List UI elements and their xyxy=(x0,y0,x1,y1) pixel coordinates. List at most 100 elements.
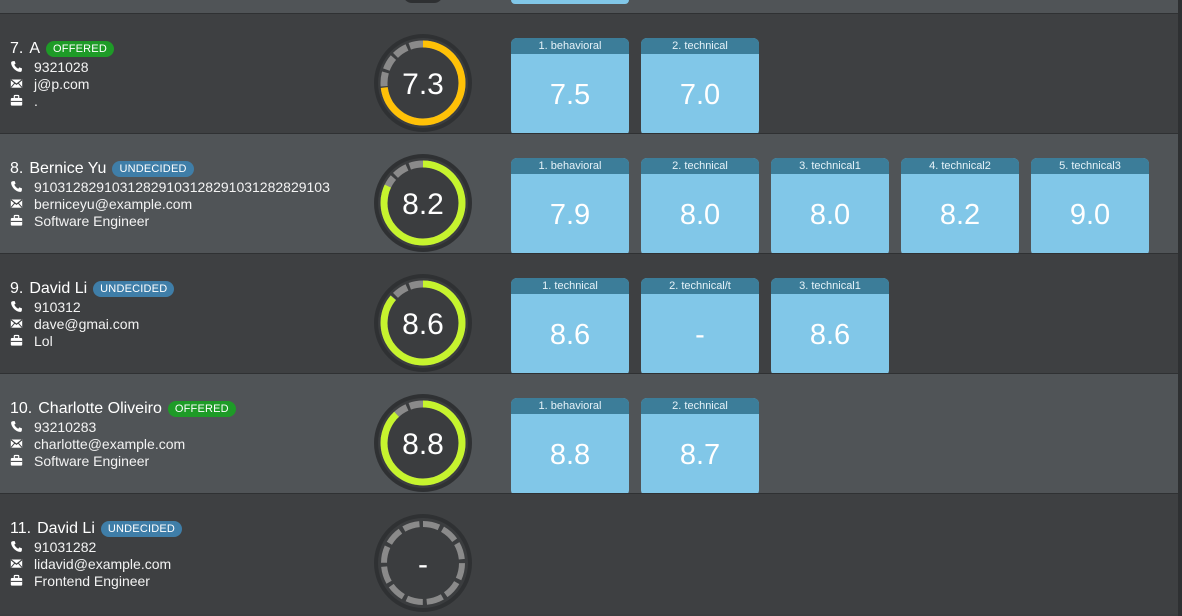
overall-score-ring: 7.3 xyxy=(373,33,473,133)
interview-score: 8.0 xyxy=(679,198,721,231)
job-title-line: Lol xyxy=(10,332,174,349)
candidate-info: 7. A OFFERED 9321028 j@p.com. xyxy=(10,40,114,109)
interview-score-card[interactable]: 4. technical2 8.2 xyxy=(901,158,1019,256)
candidate-row[interactable]: 7. A OFFERED 9321028 j@p.com. 7.3 1. behaviora… xyxy=(0,13,1178,136)
candidate-row[interactable]: 11. David Li UNDECIDED 91031282 lidavid@exam… xyxy=(0,493,1178,614)
candidate-index: 9. xyxy=(10,280,24,297)
interview-score-card[interactable]: 1. behavioral 7.9 xyxy=(511,158,629,256)
candidate-list[interactable]: 7. A OFFERED 9321028 j@p.com. 7.3 1. behaviora… xyxy=(0,0,1178,616)
overall-score-value: 8.8 xyxy=(402,428,444,461)
interview-score: 8.2 xyxy=(939,198,981,231)
candidate-name: A xyxy=(29,40,41,57)
email-address: j@p.com xyxy=(34,75,90,92)
interview-score: - xyxy=(695,318,705,351)
candidate-name-line: 9. David Li UNDECIDED xyxy=(10,280,175,298)
interview-score-card[interactable]: 1. behavioral 8.8 xyxy=(511,398,629,496)
interview-label: 2. technical xyxy=(641,158,759,174)
overall-score-ring: - xyxy=(373,513,473,613)
interview-label: 4. technical2 xyxy=(901,158,1019,174)
candidate-name: Bernice Yu xyxy=(29,160,107,177)
briefcase-icon xyxy=(10,454,23,467)
interview-score: 8.7 xyxy=(679,438,721,471)
previous-row-partial xyxy=(0,0,1178,13)
interview-score: 7.9 xyxy=(549,198,591,231)
interview-cards: 1. behavioral 7.5 2. technical 7.0 xyxy=(511,38,771,136)
interview-score: 9.0 xyxy=(1069,198,1111,231)
interview-score: 8.6 xyxy=(809,318,851,351)
status-badge: OFFERED xyxy=(167,401,236,417)
envelope-icon xyxy=(10,317,23,330)
interview-label: 1. behavioral xyxy=(511,38,629,54)
overall-score-ring: 8.2 xyxy=(373,153,473,253)
phone-number-line: 91031282910312829103128291031282829103 xyxy=(10,178,330,195)
interview-score-card[interactable]: 1. technical 8.6 xyxy=(511,278,629,376)
interview-score: 7.0 xyxy=(679,78,721,111)
email-address-line: j@p.com xyxy=(10,75,114,92)
job-title: Software Engineer xyxy=(34,452,150,469)
interview-score-card[interactable]: 3. technical1 8.0 xyxy=(771,158,889,256)
interview-label: 2. technical xyxy=(641,38,759,54)
interview-score-card[interactable]: 2. technical 7.0 xyxy=(641,38,759,136)
job-title: . xyxy=(34,92,38,109)
overall-score-value: 8.2 xyxy=(402,188,444,221)
envelope-icon xyxy=(10,437,23,450)
email-address-line: lidavid@example.com xyxy=(10,555,182,572)
email-address-line: charlotte@example.com xyxy=(10,435,236,452)
interview-score: 7.5 xyxy=(549,78,591,111)
envelope-icon xyxy=(10,77,23,90)
job-title-line: Software Engineer xyxy=(10,452,236,469)
status-badge: UNDECIDED xyxy=(112,161,194,177)
interview-score-card[interactable]: 2. technical/t - xyxy=(641,278,759,376)
interview-score-card[interactable]: 3. technical1 8.6 xyxy=(771,278,889,376)
email-address-line: dave@gmai.com xyxy=(10,315,174,332)
interview-label: 3. technical1 xyxy=(771,158,889,174)
briefcase-icon xyxy=(10,334,23,347)
phone-icon xyxy=(10,540,23,553)
email-address: charlotte@example.com xyxy=(34,435,186,452)
overall-score-value: - xyxy=(418,548,428,581)
overall-score-ring: 8.6 xyxy=(373,273,473,373)
phone-number-line: 910312 xyxy=(10,298,174,315)
email-address: lidavid@example.com xyxy=(34,555,172,572)
phone-number: 91031282 xyxy=(34,538,97,555)
candidate-name-line: 11. David Li UNDECIDED xyxy=(10,520,183,538)
list-scrollbar[interactable] xyxy=(1178,0,1182,616)
interview-score-card[interactable]: 2. technical 8.7 xyxy=(641,398,759,496)
interview-cards: 1. behavioral 7.9 2. technical 8.0 3. techni… xyxy=(511,158,1161,256)
interview-label: 1. behavioral xyxy=(511,158,629,174)
status-badge: OFFERED xyxy=(46,41,114,57)
candidate-index: 11. xyxy=(10,520,32,537)
status-badge: UNDECIDED xyxy=(93,281,175,297)
phone-icon xyxy=(10,300,23,313)
interview-label: 2. technical xyxy=(641,398,759,414)
interview-cards: 1. technical 8.6 2. technical/t - 3. technic… xyxy=(511,278,901,376)
envelope-icon xyxy=(10,197,23,210)
interview-score: 8.6 xyxy=(549,318,591,351)
overall-score-value: 7.3 xyxy=(402,68,444,101)
interview-score-card[interactable]: 1. behavioral 7.5 xyxy=(511,38,629,136)
candidate-name: Charlotte Oliveiro xyxy=(38,400,162,417)
candidate-row[interactable]: 9. David Li UNDECIDED 910312 dave@gmai.com Lo… xyxy=(0,253,1178,376)
email-address-line: berniceyu@example.com xyxy=(10,195,330,212)
candidate-name: David Li xyxy=(37,520,95,537)
phone-number: 91031282910312829103128291031282829103 xyxy=(34,178,330,195)
interview-score: 8.0 xyxy=(809,198,851,231)
interview-cards: 1. behavioral 8.8 2. technical 8.7 xyxy=(511,398,771,496)
briefcase-icon xyxy=(10,94,23,107)
candidate-index: 8. xyxy=(10,160,24,177)
candidate-row[interactable]: 8. Bernice Yu UNDECIDED 9103128291031282910… xyxy=(0,133,1178,256)
phone-icon xyxy=(10,60,23,73)
phone-number-line: 91031282 xyxy=(10,538,182,555)
job-title: Lol xyxy=(34,332,53,349)
email-address: dave@gmai.com xyxy=(34,315,140,332)
job-title: Software Engineer xyxy=(34,212,150,229)
candidate-row[interactable]: 10. Charlotte Oliveiro OFFERED 93210283 char… xyxy=(0,373,1178,496)
job-title-line: Frontend Engineer xyxy=(10,572,182,589)
phone-icon xyxy=(10,180,23,193)
email-address: berniceyu@example.com xyxy=(34,195,193,212)
candidate-info: 8. Bernice Yu UNDECIDED 9103128291031282910… xyxy=(10,160,330,229)
interview-score-card[interactable]: 2. technical 8.0 xyxy=(641,158,759,256)
overall-score-ring: 8.8 xyxy=(373,393,473,493)
interview-score-card[interactable]: 5. technical3 9.0 xyxy=(1031,158,1149,256)
previous-score-ring xyxy=(403,0,443,3)
